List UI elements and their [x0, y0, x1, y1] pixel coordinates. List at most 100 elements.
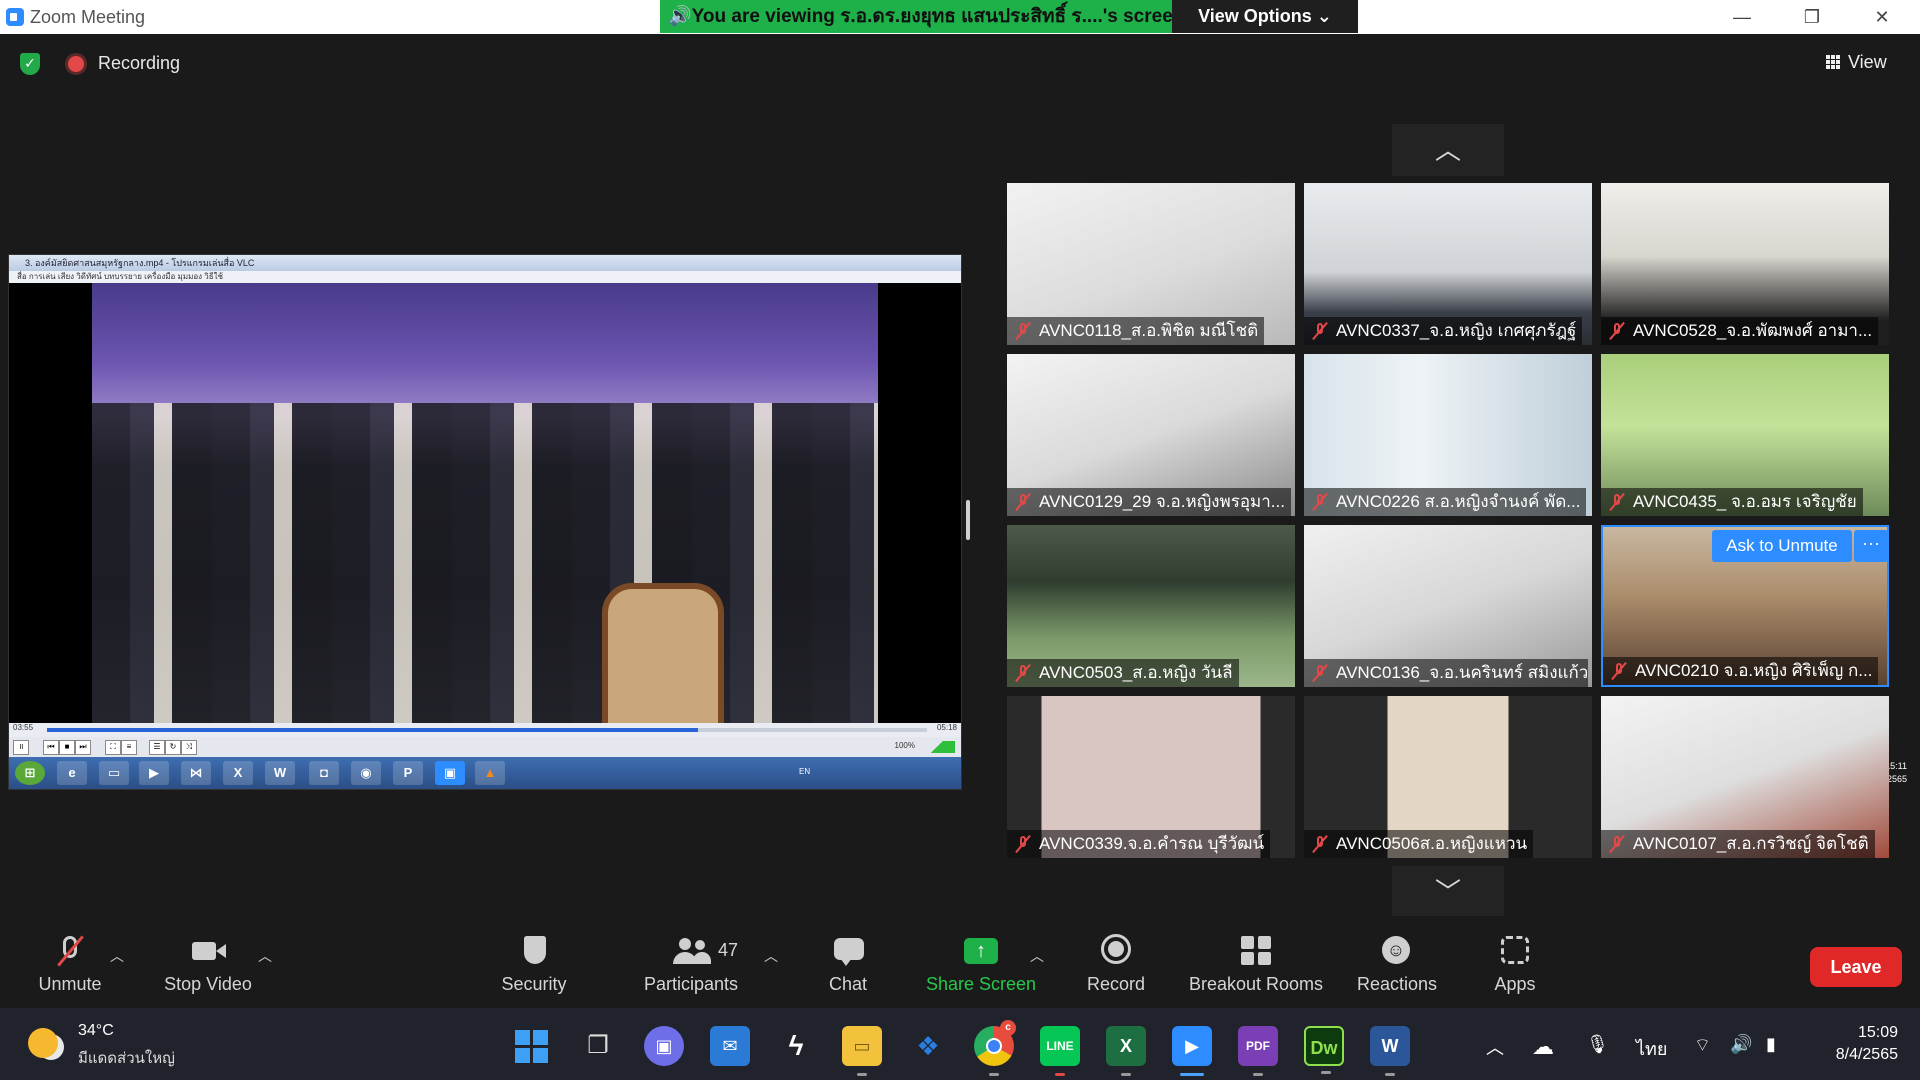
windows-taskbar	[0, 1008, 1920, 1080]
reactions-button[interactable]: ☺ Reactions	[1352, 934, 1442, 1004]
security-shield-icon[interactable]: ✓	[20, 53, 40, 75]
chrome-icon[interactable]: c	[974, 1020, 1016, 1076]
shield-icon	[514, 934, 554, 968]
pdf-icon[interactable]: PDF	[1238, 1026, 1278, 1076]
app-bolt-icon[interactable]: ϟ	[776, 1026, 816, 1066]
mic-muted-icon	[1310, 492, 1330, 512]
participant-tile[interactable]: AVNC0528_จ.อ.พัฒพงศ์ อามา...	[1601, 183, 1889, 345]
participant-name: AVNC0136_จ.อ.นครินทร์ สมิงแก้ว	[1336, 663, 1588, 682]
participant-tile[interactable]: AVNC0435_ จ.อ.อมร เจริญชัย	[1601, 354, 1889, 516]
participant-tile[interactable]: AVNC0129_29 จ.อ.หญิงพรอุมา...	[1007, 354, 1295, 516]
teams-chat-icon[interactable]: ▣	[644, 1026, 684, 1066]
participant-name: AVNC0129_29 จ.อ.หญิงพรอุมา...	[1039, 492, 1285, 511]
participant-name: AVNC0506ส.อ.หญิงแหวน	[1336, 834, 1528, 853]
close-button[interactable]: ✕	[1862, 4, 1902, 30]
dreamweaver-icon[interactable]: Dw	[1304, 1026, 1344, 1074]
participant-tile[interactable]: AVNC0226 ส.อ.หญิงจำนงค์ พัด...	[1304, 354, 1592, 516]
window-title: Zoom Meeting	[30, 7, 146, 27]
vlc-title-bar: 3. องค์มัสยิดศาสนสมุหรัฐกลาง.mp4 - โปรแก…	[9, 255, 961, 271]
participant-tile[interactable]: AVNC0118_ส.อ.พิชิต มณีโชติ	[1007, 183, 1295, 345]
participant-tile[interactable]: AVNC0337_จ.อ.หญิง เกศศุภรัฎฐ์	[1304, 183, 1592, 345]
weather-desc[interactable]: มีแดดส่วนใหญ่	[78, 1046, 175, 1070]
view-options-button[interactable]: View Options ⌄	[1172, 0, 1358, 33]
video-options-caret[interactable]: ︿	[258, 946, 272, 966]
onedrive-icon[interactable]: ☁	[1532, 1034, 1554, 1060]
stop-video-label: Stop Video	[164, 974, 252, 994]
participant-tile[interactable]: AVNC0503_ส.อ.หญิง วันลี	[1007, 525, 1295, 687]
mic-muted-icon	[1607, 321, 1627, 341]
ask-to-unmute-button[interactable]: Ask to Unmute	[1712, 530, 1852, 562]
zoom-taskbar-icon[interactable]: ▶	[1172, 1026, 1212, 1076]
minimize-button[interactable]: —	[1722, 4, 1762, 30]
participant-name-bar: AVNC0528_จ.อ.พัฒพงศ์ อามา...	[1601, 317, 1879, 345]
chrome-icon: ◉	[351, 761, 381, 785]
line-icon[interactable]: LINE	[1040, 1026, 1080, 1076]
participant-name: AVNC0118_ส.อ.พิชิต มณีโชติ	[1039, 321, 1259, 340]
volume-icon[interactable]: 🔊	[1730, 1034, 1752, 1055]
word-taskbar-icon[interactable]: W	[1370, 1026, 1410, 1076]
vlc-menu-bar: สื่อ การเล่น เสียง วิดีทัศน์ บทบรรยาย เค…	[9, 271, 961, 283]
participant-name: AVNC0435_ จ.อ.อมร เจริญชัย	[1633, 492, 1857, 511]
mic-muted-icon	[1013, 663, 1033, 683]
participant-name-bar: AVNC0339.จ.อ.คำรณ บุรีวัฒน์	[1007, 830, 1271, 858]
split-divider-handle[interactable]	[966, 500, 970, 540]
participant-name: AVNC0528_จ.อ.พัฒพงศ์ อามา...	[1633, 321, 1873, 340]
tray-overflow-icon[interactable]: ︿	[1486, 1034, 1504, 1060]
chat-label: Chat	[828, 974, 868, 994]
vlc-volume-icon	[919, 741, 955, 753]
breakout-rooms-icon	[1236, 934, 1276, 968]
vlc-playlist-icon: ☰	[149, 740, 165, 755]
input-language[interactable]: ไทย	[1636, 1034, 1667, 1063]
video-camera-icon	[188, 934, 228, 968]
mic-muted-icon	[1013, 834, 1033, 854]
tile-more-button[interactable]: ···	[1854, 530, 1888, 562]
weather-temp[interactable]: 34°C	[78, 1022, 114, 1040]
wifi-icon[interactable]: ⌔	[1694, 1034, 1711, 1057]
start-icon[interactable]	[512, 1026, 552, 1066]
share-screen-button[interactable]: ↑ Share Screen	[926, 934, 1036, 1004]
win7-start-icon: ⊞	[15, 761, 45, 785]
audio-options-caret[interactable]: ︿	[110, 946, 124, 966]
file-explorer-icon[interactable]: ▭	[842, 1026, 882, 1076]
unmute-label: Unmute	[38, 974, 102, 994]
participant-name-bar: AVNC0107_ส.อ.กรวิชญ์ จิตโชติ	[1601, 830, 1875, 858]
recording-label[interactable]: Recording	[98, 53, 180, 74]
visual-studio-icon: ⋈	[181, 761, 211, 785]
unmute-button[interactable]: Unmute	[30, 934, 110, 1004]
mail-icon[interactable]: ✉	[710, 1026, 750, 1066]
paint-icon: P	[393, 761, 423, 785]
participants-options-caret[interactable]: ︿	[764, 946, 778, 966]
leave-button[interactable]: Leave	[1810, 947, 1902, 987]
gallery-down-button[interactable]: ﹀	[1392, 866, 1504, 918]
vlc-loop-icon: ↻	[165, 740, 181, 755]
share-banner-text: You are viewing ร.อ.ดร.ยงยุทธ แสนประสิทธ…	[691, 6, 1172, 27]
taskbar-clock[interactable]: 15:09 8/4/2565	[1830, 1022, 1898, 1066]
stop-video-button[interactable]: Stop Video	[158, 934, 258, 1004]
weather-icon[interactable]	[28, 1028, 58, 1058]
chat-button[interactable]: Chat	[808, 934, 888, 1004]
gallery-up-button[interactable]: ︿	[1392, 124, 1504, 176]
share-options-caret[interactable]: ︿	[1030, 946, 1044, 966]
vlc-time-total: 05:18	[936, 723, 957, 732]
battery-icon[interactable]: ▮	[1766, 1034, 1776, 1055]
ie-icon: e	[57, 761, 87, 785]
participant-tile[interactable]: AVNC0107_ส.อ.กรวิชญ์ จิตโชติ	[1601, 696, 1889, 858]
participant-tile[interactable]: AVNC0506ส.อ.หญิงแหวน	[1304, 696, 1592, 858]
breakout-rooms-button[interactable]: Breakout Rooms	[1186, 934, 1326, 1004]
participant-name-bar: AVNC0435_ จ.อ.อมร เจริญชัย	[1601, 488, 1863, 516]
microphone-icon[interactable]: 🎙	[1586, 1034, 1609, 1055]
vlc-extended-icon: ≡	[121, 740, 137, 755]
dropbox-icon[interactable]: ❖	[908, 1026, 948, 1066]
excel-taskbar-icon[interactable]: X	[1106, 1026, 1146, 1076]
participant-tile[interactable]: AVNC0136_จ.อ.นครินทร์ สมิงแก้ว	[1304, 525, 1592, 687]
participants-count: 47	[718, 940, 739, 960]
participant-tile[interactable]: AVNC0339.จ.อ.คำรณ บุรีวัฒน์	[1007, 696, 1295, 858]
breakout-rooms-label: Breakout Rooms	[1188, 974, 1324, 994]
apps-button[interactable]: Apps	[1480, 934, 1550, 1004]
maximize-button[interactable]: ❐	[1792, 4, 1832, 30]
security-button[interactable]: Security	[492, 934, 576, 1004]
screen-share-banner: 🔊You are viewing ร.อ.ดร.ยงยุทธ แสนประสิท…	[660, 0, 1172, 33]
task-view-icon[interactable]: ❐	[578, 1026, 618, 1066]
record-button[interactable]: Record	[1076, 934, 1156, 1004]
view-button[interactable]: View	[1826, 47, 1904, 77]
